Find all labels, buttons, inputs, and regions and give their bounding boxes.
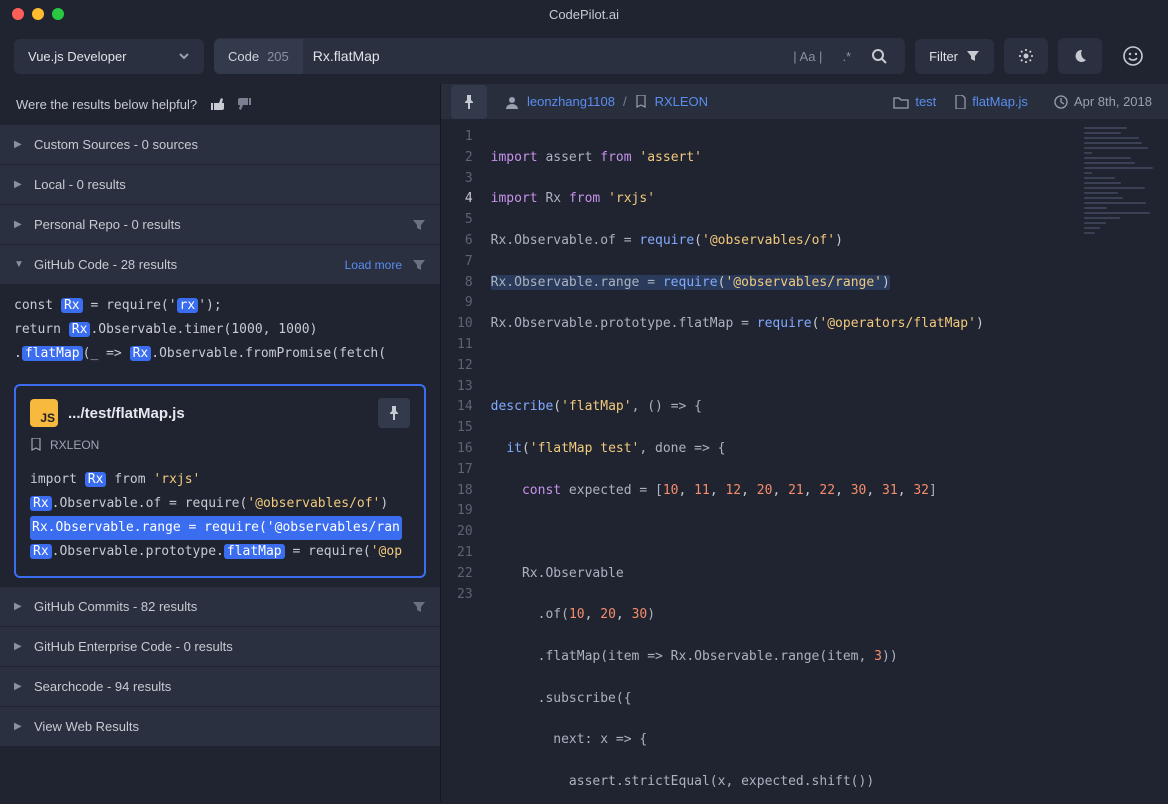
chevron-right-icon: ▶: [14, 601, 24, 612]
gear-icon: [1018, 48, 1034, 64]
section-custom-sources[interactable]: ▶ Custom Sources - 0 sources: [0, 125, 440, 164]
chevron-right-icon: ▶: [14, 219, 24, 230]
js-file-icon: JS: [30, 399, 58, 427]
section-label: Personal Repo - 0 results: [34, 217, 402, 232]
search-bar: Code 205 | Aa | .*: [214, 38, 905, 74]
section-github-commits[interactable]: ▶ GitHub Commits - 82 results: [0, 587, 440, 626]
titlebar: CodePilot.ai: [0, 0, 1168, 28]
pin-icon: [463, 95, 475, 109]
chevron-right-icon: ▶: [14, 179, 24, 190]
pinned-indicator[interactable]: [451, 85, 487, 119]
user-icon: [505, 95, 519, 109]
search-type-label: Code: [228, 49, 259, 64]
thumbs-down[interactable]: [237, 96, 253, 112]
section-label: GitHub Commits - 82 results: [34, 599, 402, 614]
search-type-chip[interactable]: Code 205: [214, 39, 303, 74]
result-card-selected[interactable]: JS .../test/flatMap.js RXLEON import Rx …: [14, 384, 426, 578]
clock-icon: [1054, 95, 1068, 109]
search-icon[interactable]: [867, 44, 891, 68]
result-preview[interactable]: const Rx = require('rx'); return Rx.Obse…: [0, 284, 440, 376]
section-local[interactable]: ▶ Local - 0 results: [0, 165, 440, 204]
section-label: GitHub Code - 28 results: [34, 257, 335, 272]
repo-icon: [30, 438, 42, 452]
regex-toggle[interactable]: .*: [838, 45, 855, 68]
repo-link[interactable]: RXLEON: [655, 94, 708, 109]
thumbs-up[interactable]: [209, 96, 225, 112]
pin-icon: [388, 406, 400, 420]
minimize-window[interactable]: [32, 8, 44, 20]
section-web-results[interactable]: ▶ View Web Results: [0, 707, 440, 746]
commit-date: Apr 8th, 2018: [1054, 94, 1152, 109]
folder-icon: [893, 95, 909, 109]
filter-label: Filter: [929, 49, 958, 64]
load-more-link[interactable]: Load more: [345, 258, 402, 272]
match-case-toggle[interactable]: | Aa |: [789, 45, 826, 68]
repo-icon: [635, 95, 647, 109]
search-count: 205: [267, 49, 289, 64]
app-title: CodePilot.ai: [0, 7, 1168, 22]
code-area[interactable]: import assert from 'assert' import Rx fr…: [483, 119, 1078, 802]
filter-icon[interactable]: [412, 258, 426, 272]
section-searchcode[interactable]: ▶ Searchcode - 94 results: [0, 667, 440, 706]
settings-button[interactable]: [1004, 38, 1048, 74]
section-label: View Web Results: [34, 719, 426, 734]
folder-crumb[interactable]: test: [893, 94, 936, 109]
profile-label: Vue.js Developer: [28, 49, 127, 64]
search-tools: | Aa | .*: [789, 44, 897, 68]
close-window[interactable]: [12, 8, 24, 20]
section-label: GitHub Enterprise Code - 0 results: [34, 639, 426, 654]
results-sidebar: Were the results below helpful? ▶ Custom…: [0, 84, 440, 802]
author-link[interactable]: leonzhang1108: [527, 94, 615, 109]
chevron-down-icon: [178, 50, 190, 62]
section-github-code[interactable]: ▼ GitHub Code - 28 results Load more: [0, 245, 440, 284]
section-ghe-code[interactable]: ▶ GitHub Enterprise Code - 0 results: [0, 627, 440, 666]
chevron-right-icon: ▶: [14, 139, 24, 150]
file-crumb[interactable]: flatMap.js: [954, 94, 1028, 109]
filter-button[interactable]: Filter: [915, 39, 994, 74]
profile-selector[interactable]: Vue.js Developer: [14, 39, 204, 74]
viewer-header: leonzhang1108 / RXLEON test flatMap.js A…: [441, 84, 1168, 119]
toolbar: Vue.js Developer Code 205 | Aa | .* Filt…: [0, 28, 1168, 84]
window-controls: [12, 8, 64, 20]
code-viewer-panel: leonzhang1108 / RXLEON test flatMap.js A…: [440, 84, 1168, 802]
filter-icon[interactable]: [412, 600, 426, 614]
filter-icon[interactable]: [412, 218, 426, 232]
file-icon: [954, 95, 966, 109]
chevron-right-icon: ▶: [14, 641, 24, 652]
result-repo: RXLEON: [50, 438, 99, 452]
chevron-down-icon: ▼: [14, 259, 24, 270]
chevron-right-icon: ▶: [14, 721, 24, 732]
smiley-icon: [1122, 45, 1144, 67]
section-personal-repo[interactable]: ▶ Personal Repo - 0 results: [0, 205, 440, 244]
result-snippet: import Rx from 'rxjs' Rx.Observable.of =…: [16, 462, 424, 576]
feedback-row: Were the results below helpful?: [0, 84, 440, 124]
section-label: Local - 0 results: [34, 177, 426, 192]
maximize-window[interactable]: [52, 8, 64, 20]
chevron-right-icon: ▶: [14, 681, 24, 692]
result-file-path: .../test/flatMap.js: [68, 405, 368, 422]
user-avatar[interactable]: [1112, 39, 1154, 73]
minimap[interactable]: [1078, 119, 1168, 802]
pin-button[interactable]: [378, 398, 410, 428]
filter-icon: [966, 49, 980, 63]
line-gutter: 1 2 3 4 5 6 7 8 9 10 11 12 13 14 15 16 1…: [441, 119, 483, 802]
feedback-question: Were the results below helpful?: [16, 97, 197, 112]
theme-button[interactable]: [1058, 38, 1102, 74]
section-label: Searchcode - 94 results: [34, 679, 426, 694]
moon-icon: [1072, 48, 1088, 64]
section-label: Custom Sources - 0 sources: [34, 137, 426, 152]
search-input[interactable]: [313, 48, 789, 64]
editor: 1 2 3 4 5 6 7 8 9 10 11 12 13 14 15 16 1…: [441, 119, 1168, 802]
